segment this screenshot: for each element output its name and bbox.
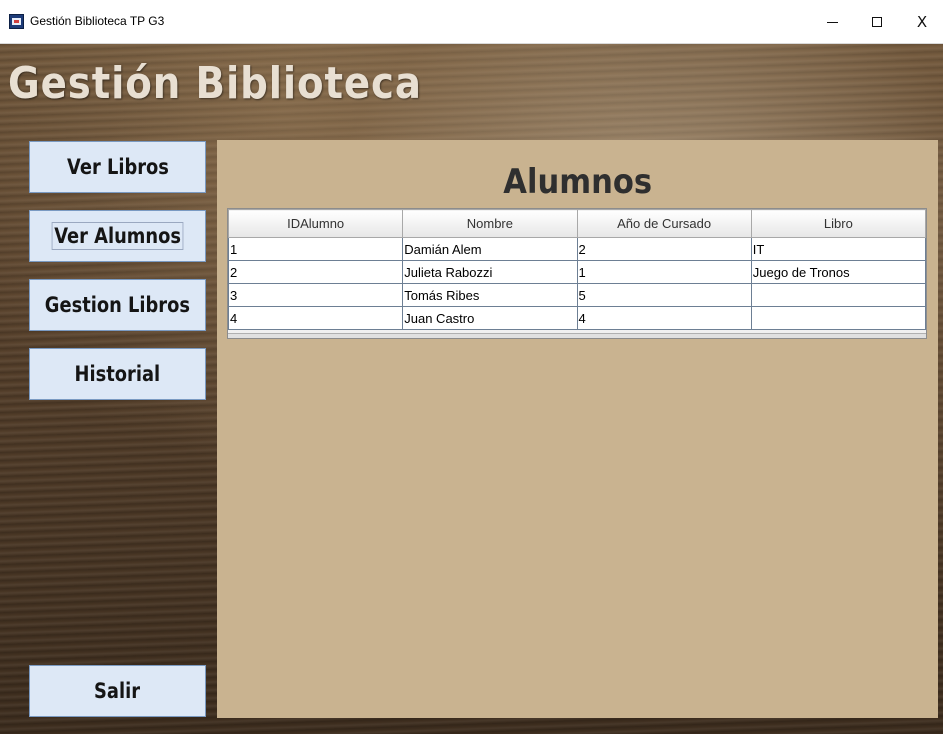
close-icon: X bbox=[916, 13, 928, 31]
cell-nombre[interactable]: Juan Castro bbox=[402, 306, 578, 330]
table-row[interactable]: 4 Juan Castro 4 bbox=[227, 306, 927, 330]
cell-nombre[interactable]: Tomás Ribes bbox=[402, 283, 578, 307]
column-header-nombre[interactable]: Nombre bbox=[402, 209, 578, 238]
table-scroll-edge bbox=[228, 333, 926, 338]
minimize-icon bbox=[826, 21, 838, 23]
minimize-button[interactable] bbox=[817, 10, 847, 34]
table-row[interactable]: 2 Julieta Rabozzi 1 Juego de Tronos bbox=[227, 260, 927, 284]
alumnos-table-container[interactable]: IDAlumno Nombre Año de Cursado Libro 1 D… bbox=[227, 208, 927, 339]
window-title: Gestión Biblioteca TP G3 bbox=[30, 14, 165, 28]
salir-button[interactable]: Salir bbox=[29, 665, 206, 717]
title-bar: Gestión Biblioteca TP G3 X bbox=[0, 0, 943, 44]
table-row[interactable]: 1 Damián Alem 2 IT bbox=[227, 237, 927, 261]
column-header-ano-cursado[interactable]: Año de Cursado bbox=[576, 209, 752, 238]
cell-ano-cursado[interactable]: 5 bbox=[576, 283, 752, 307]
alumnos-table[interactable]: IDAlumno Nombre Año de Cursado Libro 1 D… bbox=[227, 209, 927, 330]
cell-ano-cursado[interactable]: 1 bbox=[576, 260, 752, 284]
gestion-libros-button[interactable]: Gestion Libros bbox=[29, 279, 206, 331]
cell-libro[interactable]: Juego de Tronos bbox=[750, 260, 927, 284]
historial-button[interactable]: Historial bbox=[29, 348, 206, 400]
close-button[interactable]: X bbox=[907, 10, 937, 34]
cell-nombre[interactable]: Damián Alem bbox=[402, 237, 578, 261]
ver-alumnos-label: Ver Alumnos bbox=[51, 222, 184, 250]
cell-libro[interactable]: IT bbox=[750, 237, 927, 261]
java-app-icon bbox=[9, 14, 24, 29]
table-row[interactable]: 3 Tomás Ribes 5 bbox=[227, 283, 927, 307]
ver-alumnos-button[interactable]: Ver Alumnos bbox=[29, 210, 206, 262]
ver-libros-button[interactable]: Ver Libros bbox=[29, 141, 206, 193]
table-header-row: IDAlumno Nombre Año de Cursado Libro bbox=[227, 209, 927, 238]
cell-idalumno[interactable]: 1 bbox=[227, 237, 404, 261]
cell-idalumno[interactable]: 3 bbox=[227, 283, 404, 307]
cell-nombre[interactable]: Julieta Rabozzi bbox=[402, 260, 578, 284]
salir-label: Salir bbox=[94, 679, 141, 703]
cell-libro[interactable] bbox=[750, 306, 927, 330]
app-heading: Gestión Biblioteca bbox=[8, 58, 422, 109]
maximize-button[interactable] bbox=[862, 10, 892, 34]
column-header-idalumno[interactable]: IDAlumno bbox=[227, 209, 404, 238]
cell-idalumno[interactable]: 2 bbox=[227, 260, 404, 284]
panel-title: Alumnos bbox=[217, 162, 938, 202]
historial-label: Historial bbox=[74, 362, 161, 386]
cell-libro[interactable] bbox=[750, 283, 927, 307]
content-panel: Alumnos IDAlumno Nombre Año de Cursado L… bbox=[217, 140, 938, 718]
cell-idalumno[interactable]: 4 bbox=[227, 306, 404, 330]
column-header-libro[interactable]: Libro bbox=[750, 209, 927, 238]
panel-title-text: Alumnos bbox=[503, 162, 652, 202]
cell-ano-cursado[interactable]: 4 bbox=[576, 306, 752, 330]
cell-ano-cursado[interactable]: 2 bbox=[576, 237, 752, 261]
maximize-icon bbox=[872, 17, 882, 27]
ver-libros-label: Ver Libros bbox=[66, 155, 169, 179]
gestion-libros-label: Gestion Libros bbox=[44, 293, 191, 317]
